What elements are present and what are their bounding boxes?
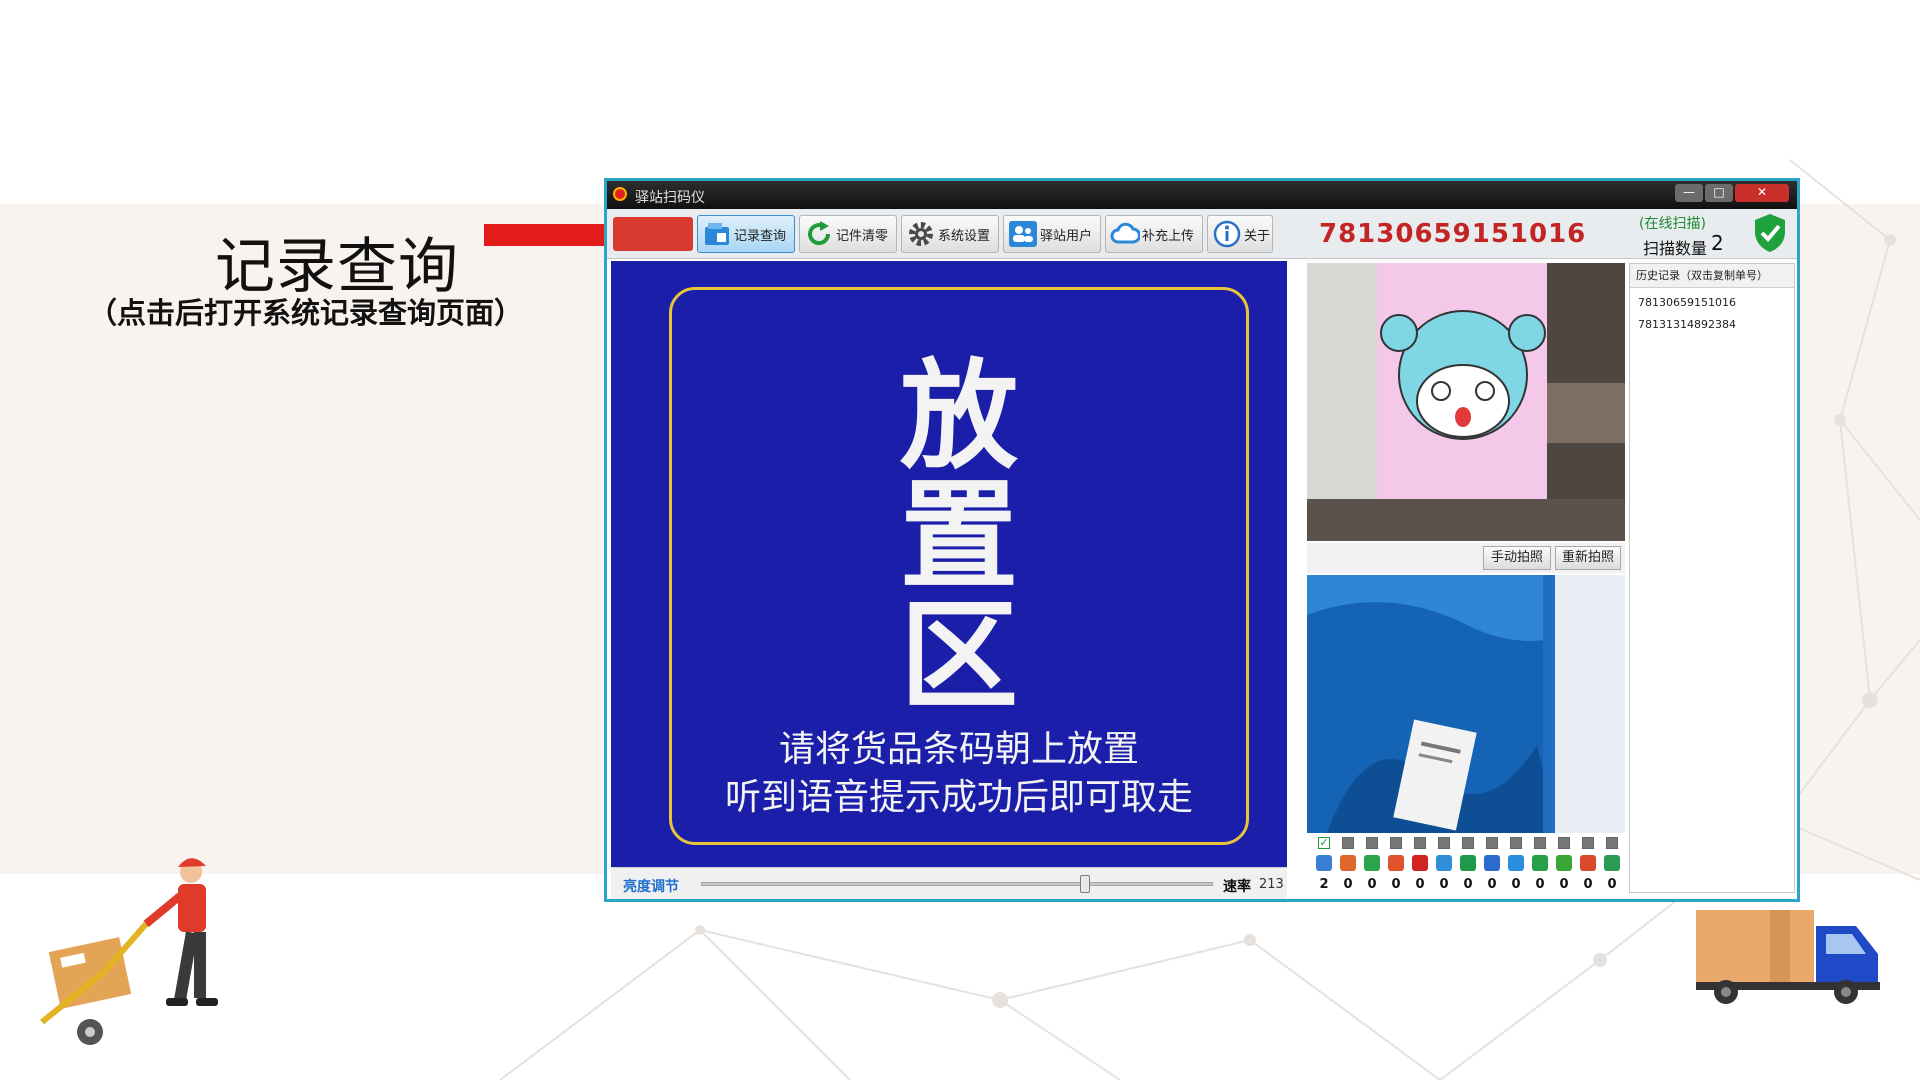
carrier-logo-icon [1532,855,1548,871]
carrier-checkbox[interactable] [1510,837,1522,849]
carrier-checkbox[interactable] [1486,837,1498,849]
carrier-logo-icon [1604,855,1620,871]
instruction-line-1: 请将货品条码朝上放置 [778,729,1139,770]
delivery-truck-illustration [1696,910,1880,1004]
instruction-line-2: 听到语音提示成功后即可取走 [724,777,1193,818]
window-title: 驿站扫码仪 [635,190,705,206]
carrier-checkbox[interactable] [1558,837,1570,849]
manual-capture-button[interactable]: 手动拍照 [1483,546,1551,570]
carrier-logo-icon [1316,855,1332,871]
users-icon [1008,219,1038,249]
status-bar: 亮度调节 速率 213 [611,867,1287,899]
toolbar: 记录查询 记件清零 系统设置 驿站用户 补充上传 关于 [607,209,1797,259]
current-barcode: 78130659151016 [1319,219,1587,249]
cloud-upload-icon [1110,219,1140,249]
title-bar: 驿站扫码仪 — □ ✕ [607,181,1797,209]
about-button[interactable]: 关于 [1207,215,1273,253]
carrier-checkbox[interactable] [1534,837,1546,849]
record-query-button[interactable]: 记录查询 [697,215,795,253]
scan-count-label: 扫描数量 [1643,239,1708,258]
brightness-slider-track[interactable] [701,882,1213,886]
carrier-logo-icon [1556,855,1572,871]
carrier-logo-icon [1364,855,1380,871]
carrier-counters: ✓ 2 0 0 0 0 0 0 0 0 0 0 0 0 [1307,833,1625,899]
carrier-checkbox[interactable] [1606,837,1618,849]
carrier-logo-icon [1340,855,1356,871]
carrier-logo-icon [1580,855,1596,871]
carrier-logo-icon [1388,855,1404,871]
carrier-checkbox[interactable] [1438,837,1450,849]
about-label: 关于 [1244,228,1271,244]
maximize-button[interactable]: □ [1705,184,1733,202]
carrier-logo-icon [1460,855,1476,871]
supplement-upload-button[interactable]: 补充上传 [1105,215,1203,253]
record-query-label: 记录查询 [734,228,787,244]
station-users-button[interactable]: 驿站用户 [1003,215,1101,253]
carrier-logo-icon [1412,855,1428,871]
carrier-checkbox[interactable] [1390,837,1402,849]
carrier-logo-icon [1484,855,1500,871]
camera-feed-image [1307,263,1625,541]
history-item[interactable]: 78131314892384 [1638,318,1736,331]
toolbar-red-button[interactable] [613,217,693,251]
brightness-label: 亮度调节 [623,879,679,895]
system-settings-label: 系统设置 [938,228,991,244]
history-item[interactable]: 78130659151016 [1638,296,1736,309]
carrier-checkbox[interactable] [1462,837,1474,849]
gear-icon [906,219,936,249]
rate-label: 速率 [1223,879,1251,895]
close-button[interactable]: ✕ [1735,184,1789,202]
placement-sign: 放 置 区 请将货品条码朝上放置 听到语音提示成功后即可取走 [669,287,1249,845]
carrier-count: 0 [1607,877,1617,892]
history-panel: 历史记录（双击复制单号） 78130659151016 781313148923… [1629,263,1795,893]
reset-count-label: 记件清零 [836,228,889,244]
rate-value: 213 [1259,877,1284,892]
app-logo-icon [613,187,627,201]
scan-area-display: 放 置 区 请将货品条码朝上放置 听到语音提示成功后即可取走 [611,261,1287,867]
camera-feed-bottom [1307,575,1625,833]
reset-count-button[interactable]: 记件清零 [799,215,897,253]
brightness-slider-thumb[interactable] [1080,875,1090,893]
retake-photo-button[interactable]: 重新拍照 [1555,546,1621,570]
system-settings-button[interactable]: 系统设置 [901,215,999,253]
annotation-subtitle: （点击后打开系统记录查询页面） [88,296,524,330]
carrier-checkbox[interactable] [1414,837,1426,849]
station-users-label: 驿站用户 [1040,228,1093,244]
sign-char-3: 区 [899,587,1018,725]
package-photo [1307,575,1625,833]
carrier-checkbox[interactable] [1342,837,1354,849]
history-header: 历史记录（双击复制单号） [1630,264,1794,288]
minimize-button[interactable]: — [1675,184,1703,202]
carrier-checkbox-checked[interactable]: ✓ [1318,837,1330,849]
carrier-filter-item[interactable]: 0 [1597,833,1627,899]
carrier-logo-icon [1508,855,1524,871]
scan-count-value: 2 [1711,231,1724,255]
reset-icon [804,219,834,249]
online-status: (在线扫描) [1639,216,1706,232]
carrier-checkbox[interactable] [1366,837,1378,849]
supplement-upload-label: 补充上传 [1142,228,1195,244]
camera-feed-top [1307,263,1625,541]
delivery-worker-illustration [40,858,218,1045]
app-window: 驿站扫码仪 — □ ✕ 记录查询 记件清零 系统设置 驿站用户 补充上传 关于 … [604,178,1800,902]
info-icon [1212,219,1242,249]
camera-button-row: 手动拍照 重新拍照 [1307,543,1625,573]
shield-check-icon [1755,214,1785,252]
record-query-icon [702,219,732,249]
carrier-checkbox[interactable] [1582,837,1594,849]
carrier-logo-icon [1436,855,1452,871]
